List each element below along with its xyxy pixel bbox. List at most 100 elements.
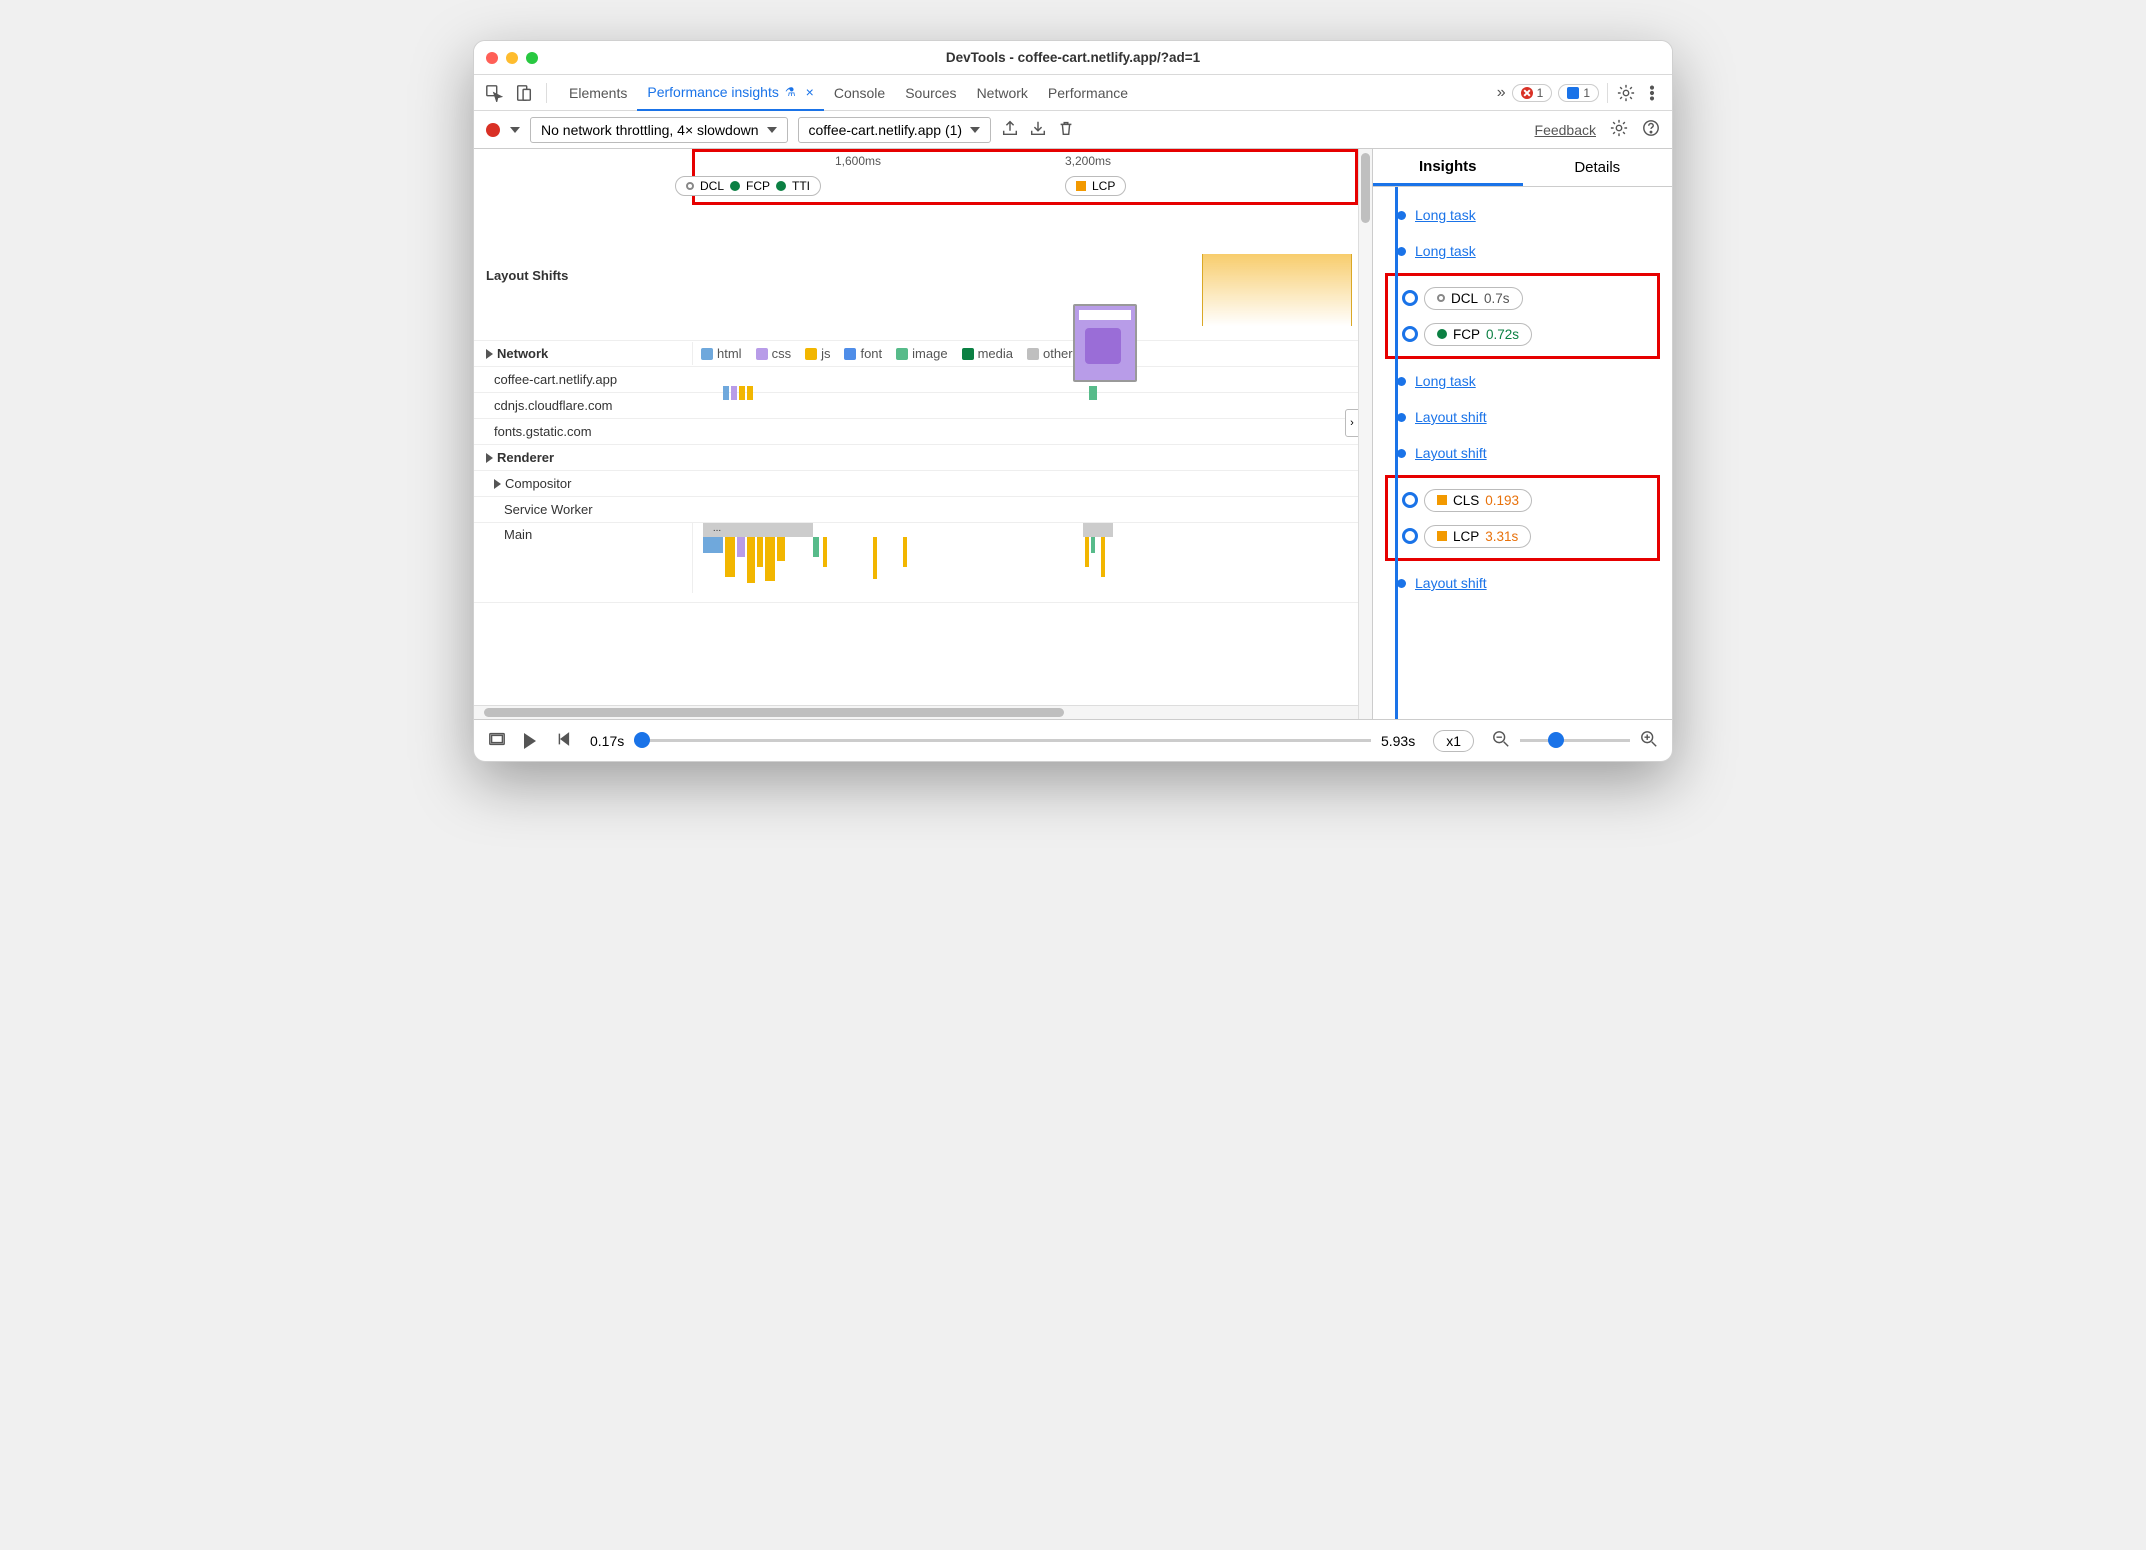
network-host-row[interactable]: cdnjs.cloudflare.com xyxy=(474,393,1358,419)
timeline-header-highlight: 1,600ms 3,200ms DCL FCP TTI LCP xyxy=(692,149,1358,205)
insights-pane: Insights Details Long task Long task DCL0.… xyxy=(1372,149,1672,719)
panel-settings-icon[interactable] xyxy=(1610,119,1628,140)
settings-icon[interactable] xyxy=(1616,83,1636,103)
trace-select[interactable]: coffee-cart.netlify.app (1) xyxy=(798,117,992,143)
insight-link[interactable]: Layout shift xyxy=(1415,575,1487,591)
chevron-down-icon xyxy=(767,127,777,133)
overflow-tabs-button[interactable]: » xyxy=(1497,84,1506,102)
tab-performance-insights[interactable]: Performance insights⚗× xyxy=(637,75,823,111)
help-icon[interactable] xyxy=(1642,119,1660,140)
row-label: Compositor xyxy=(505,476,571,491)
separator xyxy=(546,83,547,103)
timeline-rows: Layout Shifts Network htmlcssjsfontimage… xyxy=(474,149,1358,705)
insight-event: Long task xyxy=(1385,233,1660,269)
zoom-window-button[interactable] xyxy=(526,52,538,64)
insight-link[interactable]: Long task xyxy=(1415,207,1476,223)
tab-sources[interactable]: Sources xyxy=(895,75,966,111)
insight-event: Layout shift xyxy=(1385,565,1660,601)
legend-css: css xyxy=(756,346,792,361)
minimize-window-button[interactable] xyxy=(506,52,518,64)
horizontal-scrollbar[interactable] xyxy=(474,705,1358,719)
metric-pill[interactable]: CLS0.193 xyxy=(1424,489,1532,512)
metric-pill[interactable]: FCP0.72s xyxy=(1424,323,1532,346)
insight-link[interactable]: Long task xyxy=(1415,243,1476,259)
row-renderer[interactable]: Renderer xyxy=(474,445,1358,471)
main-split: 1,600ms 3,200ms DCL FCP TTI LCP Layout S… xyxy=(474,149,1672,719)
error-icon xyxy=(1521,87,1533,99)
insight-link[interactable]: Layout shift xyxy=(1415,409,1487,425)
row-label: Main xyxy=(474,523,692,546)
insight-event: Long task xyxy=(1385,197,1660,233)
zoom-slider[interactable] xyxy=(1520,739,1630,742)
timeline-marker-big xyxy=(1402,290,1418,306)
row-network-header[interactable]: Network htmlcssjsfontimagemediaother xyxy=(474,341,1358,367)
expand-icon xyxy=(494,479,501,489)
import-icon[interactable] xyxy=(1029,119,1047,140)
kebab-menu-icon[interactable] xyxy=(1642,83,1662,103)
timeline-marker-big xyxy=(1402,492,1418,508)
throttling-select[interactable]: No network throttling, 4× slowdown xyxy=(530,117,788,143)
lcp-pill[interactable]: LCP xyxy=(1065,176,1126,196)
row-service-worker[interactable]: Service Worker xyxy=(474,497,1358,523)
playback-speed[interactable]: x1 xyxy=(1433,730,1474,752)
screenshot-icon[interactable] xyxy=(488,730,506,751)
device-toggle-icon[interactable] xyxy=(514,83,534,103)
metric-pill[interactable]: LCP3.31s xyxy=(1424,525,1531,548)
timeline-marker-big xyxy=(1402,528,1418,544)
insight-group-highlight: DCL0.7s FCP0.72s xyxy=(1385,273,1660,359)
flame-chart[interactable]: ... xyxy=(692,523,1358,593)
network-legend: htmlcssjsfontimagemediaother xyxy=(693,342,1358,365)
rewind-button[interactable] xyxy=(554,730,572,751)
expand-handle[interactable]: › xyxy=(1345,409,1359,437)
vertical-scrollbar[interactable] xyxy=(1358,149,1372,719)
insight-metric: FCP0.72s xyxy=(1394,316,1651,352)
row-compositor[interactable]: Compositor xyxy=(474,471,1358,497)
time-start: 0.17s xyxy=(590,733,624,749)
expand-icon xyxy=(486,453,493,463)
slider-knob[interactable] xyxy=(634,732,650,748)
record-menu-caret[interactable] xyxy=(510,127,520,133)
network-host-row[interactable]: coffee-cart.netlify.app xyxy=(474,367,1358,393)
tab-insights[interactable]: Insights xyxy=(1373,149,1523,186)
tab-details[interactable]: Details xyxy=(1523,149,1673,186)
insight-link[interactable]: Layout shift xyxy=(1415,445,1487,461)
legend-font: font xyxy=(844,346,882,361)
network-host-row[interactable]: fonts.gstatic.com xyxy=(474,419,1358,445)
error-badge[interactable]: 1 xyxy=(1512,84,1553,102)
insight-event: Layout shift xyxy=(1385,435,1660,471)
zoom-knob[interactable] xyxy=(1548,732,1564,748)
insight-group-highlight: CLS0.193 LCP3.31s xyxy=(1385,475,1660,561)
tabbar-badges: » 1 1 xyxy=(1497,83,1662,103)
row-label: Layout Shifts xyxy=(474,264,692,287)
delete-icon[interactable] xyxy=(1057,119,1075,140)
row-main[interactable]: Main ... xyxy=(474,523,1358,603)
feedback-link[interactable]: Feedback xyxy=(1535,122,1596,138)
close-window-button[interactable] xyxy=(486,52,498,64)
metrics-pill[interactable]: DCL FCP TTI xyxy=(675,176,821,196)
playback-footer: 0.17s 5.93s x1 xyxy=(474,719,1672,761)
metric-pill[interactable]: DCL0.7s xyxy=(1424,287,1523,310)
export-icon[interactable] xyxy=(1001,119,1019,140)
tab-console[interactable]: Console xyxy=(824,75,895,111)
insight-metric: LCP3.31s xyxy=(1394,518,1651,554)
insight-link[interactable]: Long task xyxy=(1415,373,1476,389)
messages-badge[interactable]: 1 xyxy=(1558,84,1599,102)
tti-icon xyxy=(776,181,786,191)
host-label: coffee-cart.netlify.app xyxy=(474,368,692,391)
play-button[interactable] xyxy=(524,733,536,749)
tab-performance[interactable]: Performance xyxy=(1038,75,1138,111)
zoom-out-icon[interactable] xyxy=(1492,730,1510,751)
close-tab-icon[interactable]: × xyxy=(806,84,814,100)
tab-network[interactable]: Network xyxy=(967,75,1038,111)
insights-tabs: Insights Details xyxy=(1373,149,1672,187)
insight-metric: CLS0.193 xyxy=(1394,482,1651,518)
row-label: Network xyxy=(497,346,548,361)
record-button[interactable] xyxy=(486,123,500,137)
tab-elements[interactable]: Elements xyxy=(559,75,637,111)
zoom-in-icon[interactable] xyxy=(1640,730,1658,751)
inspect-icon[interactable] xyxy=(484,83,504,103)
experiment-icon: ⚗ xyxy=(785,85,796,99)
message-icon xyxy=(1567,87,1579,99)
legend-media: media xyxy=(962,346,1013,361)
time-slider[interactable]: 0.17s 5.93s xyxy=(590,733,1415,749)
